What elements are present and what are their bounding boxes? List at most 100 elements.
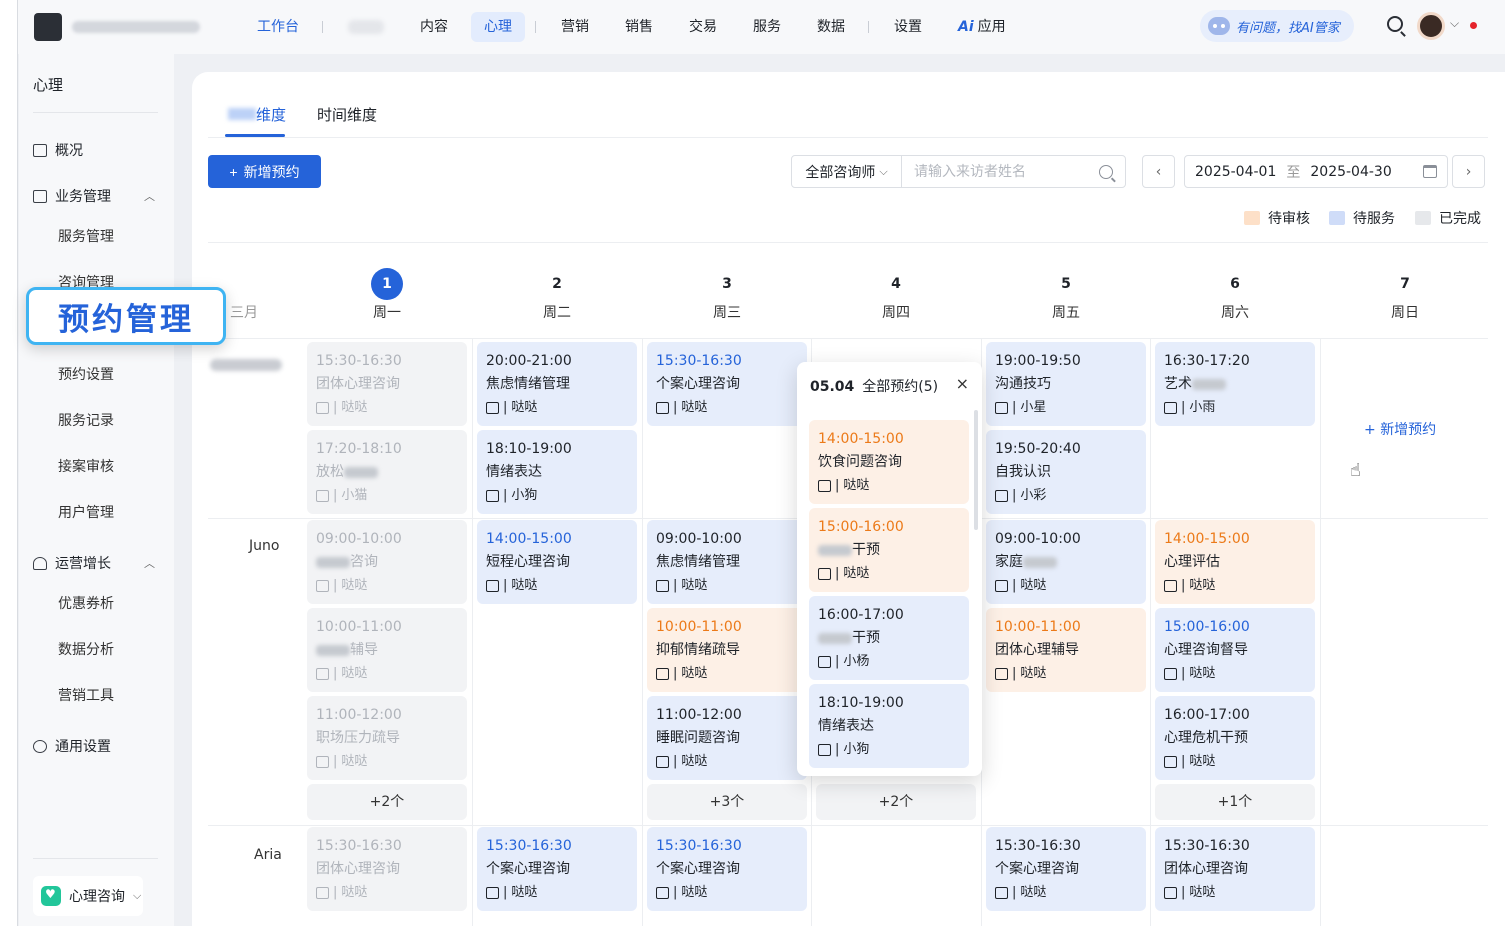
search-icon[interactable] bbox=[1387, 16, 1403, 32]
day-number[interactable]: 3 bbox=[711, 268, 743, 300]
sidebar-subitem-0[interactable]: 服务管理 bbox=[58, 226, 114, 246]
more-appointments-button[interactable]: +2个 bbox=[307, 784, 467, 820]
appointment-client: 哒哒 bbox=[1189, 578, 1216, 593]
nav-item-5[interactable]: 销售 bbox=[612, 12, 666, 42]
add-appointment-button[interactable]: + 新增预约 bbox=[208, 155, 321, 188]
appointment-card[interactable]: 18:10-19:00 情绪表达 | 小狗 bbox=[809, 684, 969, 768]
appointment-card[interactable]: 18:10-19:00 情绪表达 | 小狗 bbox=[477, 430, 637, 514]
day-number[interactable]: 4 bbox=[880, 268, 912, 300]
chevron-up-icon[interactable]: ︿ bbox=[144, 555, 155, 571]
appointment-card[interactable]: 14:00-15:00 心理评估 | 哒哒 bbox=[1155, 520, 1315, 604]
appointment-card[interactable]: 11:00-12:00 睡眠问题咨询 | 哒哒 bbox=[647, 696, 807, 780]
appointment-card[interactable]: 15:30-16:30 个案心理咨询 | 哒哒 bbox=[986, 827, 1146, 911]
nav-item-6[interactable]: 交易 bbox=[676, 12, 730, 42]
sidebar-group-business[interactable]: 业务管理 bbox=[33, 186, 111, 206]
appointment-title-row: 自我认识 bbox=[995, 461, 1137, 484]
appointment-card[interactable]: 10:00-11:00 辅导 | 哒哒 bbox=[307, 608, 467, 692]
app-switcher[interactable]: 心理咨询 ⌵ bbox=[33, 876, 143, 916]
appointment-time: 15:30-16:30 bbox=[656, 353, 742, 369]
sidebar-item-settings[interactable]: 通用设置 bbox=[33, 736, 111, 756]
more-appointments-button[interactable]: +2个 bbox=[816, 784, 976, 820]
appointment-card[interactable]: 16:00-17:00 心理危机干预 | 哒哒 bbox=[1155, 696, 1315, 780]
appointment-card[interactable]: 20:00-21:00 焦虑情绪管理 | 哒哒 bbox=[477, 342, 637, 426]
day-number[interactable]: 5 bbox=[1050, 268, 1082, 300]
day-number[interactable]: 6 bbox=[1219, 268, 1251, 300]
appointment-card[interactable]: 19:50-20:40 自我认识 | 小彩 bbox=[986, 430, 1146, 514]
nav-item-2[interactable]: 内容 bbox=[407, 12, 461, 42]
day-number[interactable]: 2 bbox=[541, 268, 573, 300]
sidebar-ops-item-0[interactable]: 优惠券析 bbox=[58, 593, 114, 613]
appointment-card[interactable]: 15:30-16:30 团体心理咨询 | 哒哒 bbox=[307, 827, 467, 911]
date-range-picker[interactable]: 2025-04-01 至 2025-04-30 bbox=[1184, 155, 1448, 188]
meta-separator: | bbox=[333, 400, 338, 415]
appointment-card[interactable]: 15:30-16:30 个案心理咨询 | 哒哒 bbox=[647, 342, 807, 426]
nav-item-3[interactable]: 心理 bbox=[471, 12, 525, 42]
appointment-title: 情绪表达 bbox=[486, 464, 542, 480]
legend-item: 待审核 bbox=[1244, 208, 1310, 228]
avatar[interactable] bbox=[1417, 12, 1445, 40]
day-number[interactable]: 1 bbox=[371, 268, 403, 300]
appointment-card[interactable]: 11:00-12:00 职场压力疏导 | 哒哒 bbox=[307, 696, 467, 780]
scrollbar[interactable] bbox=[974, 410, 978, 530]
appointment-card[interactable]: 09:00-10:00 焦虑情绪管理 | 哒哒 bbox=[647, 520, 807, 604]
store-icon bbox=[1164, 667, 1177, 680]
appointment-card[interactable]: 15:30-16:30 个案心理咨询 | 哒哒 bbox=[647, 827, 807, 911]
appointment-title: 家庭 bbox=[995, 554, 1023, 570]
nav-item-7[interactable]: 服务 bbox=[740, 12, 794, 42]
nav-item-0[interactable]: 工作台 bbox=[244, 12, 312, 42]
appointment-meta: | 哒哒 bbox=[656, 574, 798, 597]
appointment-title-row: 个案心理咨询 bbox=[486, 858, 628, 881]
nav-item-4[interactable]: 营销 bbox=[548, 12, 602, 42]
prev-range-button[interactable]: ‹ bbox=[1142, 155, 1175, 188]
sidebar-ops-item-1[interactable]: 数据分析 bbox=[58, 639, 114, 659]
close-icon[interactable]: × bbox=[956, 374, 969, 393]
sidebar-subitem-3[interactable]: 预约设置 bbox=[58, 364, 114, 384]
tab-time-dimension[interactable]: 时间维度 bbox=[317, 104, 377, 125]
appointment-card[interactable]: 17:20-18:10 放松 | 小猫 bbox=[307, 430, 467, 514]
appointment-card[interactable]: 15:00-16:00 干预 | 哒哒 bbox=[809, 508, 969, 592]
robot-icon bbox=[1208, 17, 1230, 35]
appointment-card[interactable]: 15:30-16:30 个案心理咨询 | 哒哒 bbox=[477, 827, 637, 911]
nav-item-10[interactable]: Ai 应用 bbox=[945, 12, 1019, 42]
store-icon bbox=[995, 401, 1008, 414]
appointment-card[interactable]: 16:30-17:20 艺术 | 小雨 bbox=[1155, 342, 1315, 426]
filter-bar: 全部咨询师 ⌵ bbox=[791, 155, 1126, 188]
consultant-select[interactable]: 全部咨询师 ⌵ bbox=[792, 156, 902, 187]
more-appointments-button[interactable]: +1个 bbox=[1155, 784, 1315, 820]
chevron-down-icon[interactable]: ⌵ bbox=[1450, 16, 1459, 31]
visitor-name-input[interactable] bbox=[902, 156, 1099, 187]
sidebar-subitem-4[interactable]: 服务记录 bbox=[58, 410, 114, 430]
add-appointment-link[interactable]: + 新增预约 bbox=[1364, 419, 1436, 439]
store-icon bbox=[995, 579, 1008, 592]
more-appointments-button[interactable]: +3个 bbox=[647, 784, 807, 820]
search-icon[interactable] bbox=[1099, 164, 1113, 179]
appointment-card[interactable]: 10:00-11:00 团体心理辅导 | 哒哒 bbox=[986, 608, 1146, 692]
day-number[interactable]: 7 bbox=[1389, 268, 1421, 300]
appointment-time: 15:00-16:00 bbox=[818, 519, 904, 535]
chevron-up-icon[interactable]: ︿ bbox=[144, 188, 155, 204]
ai-assistant-button[interactable]: 有问题，找AI管家 bbox=[1200, 10, 1354, 42]
sidebar-group-operations[interactable]: 运营增长 bbox=[33, 553, 111, 573]
appointment-card[interactable]: 09:00-10:00 家庭 | 哒哒 bbox=[986, 520, 1146, 604]
appointment-card[interactable]: 15:00-16:00 心理咨询督导 | 哒哒 bbox=[1155, 608, 1315, 692]
appointment-time: 15:00-16:00 bbox=[1164, 619, 1250, 635]
sidebar-item-overview[interactable]: 概况 bbox=[33, 140, 83, 160]
next-range-button[interactable]: › bbox=[1452, 155, 1485, 188]
appointment-card[interactable]: 15:30-16:30 团体心理咨询 | 哒哒 bbox=[307, 342, 467, 426]
nav-item-8[interactable]: 数据 bbox=[804, 12, 858, 42]
sidebar-subitem-5[interactable]: 接案审核 bbox=[58, 456, 114, 476]
appointment-card[interactable]: 16:00-17:00 干预 | 小杨 bbox=[809, 596, 969, 680]
appointment-card[interactable]: 14:00-15:00 饮食问题咨询 | 哒哒 bbox=[809, 420, 969, 504]
appointment-card[interactable]: 19:00-19:50 沟通技巧 | 小星 bbox=[986, 342, 1146, 426]
meta-separator: | bbox=[673, 578, 678, 593]
nav-item-1[interactable] bbox=[348, 20, 384, 34]
appointment-card[interactable]: 14:00-15:00 短程心理咨询 | 哒哒 bbox=[477, 520, 637, 604]
appointment-card[interactable]: 10:00-11:00 抑郁情绪疏导 | 哒哒 bbox=[647, 608, 807, 692]
appointment-card[interactable]: 15:30-16:30 团体心理咨询 | 哒哒 bbox=[1155, 827, 1315, 911]
appointment-card[interactable]: 09:00-10:00 咨询 | 哒哒 bbox=[307, 520, 467, 604]
blurred-text bbox=[344, 466, 378, 478]
sidebar-subitem-6[interactable]: 用户管理 bbox=[58, 502, 114, 522]
sidebar-ops-item-2[interactable]: 营销工具 bbox=[58, 685, 114, 705]
nav-item-9[interactable]: 设置 bbox=[881, 12, 935, 42]
tab-dimension[interactable]: 维度 bbox=[256, 104, 286, 125]
